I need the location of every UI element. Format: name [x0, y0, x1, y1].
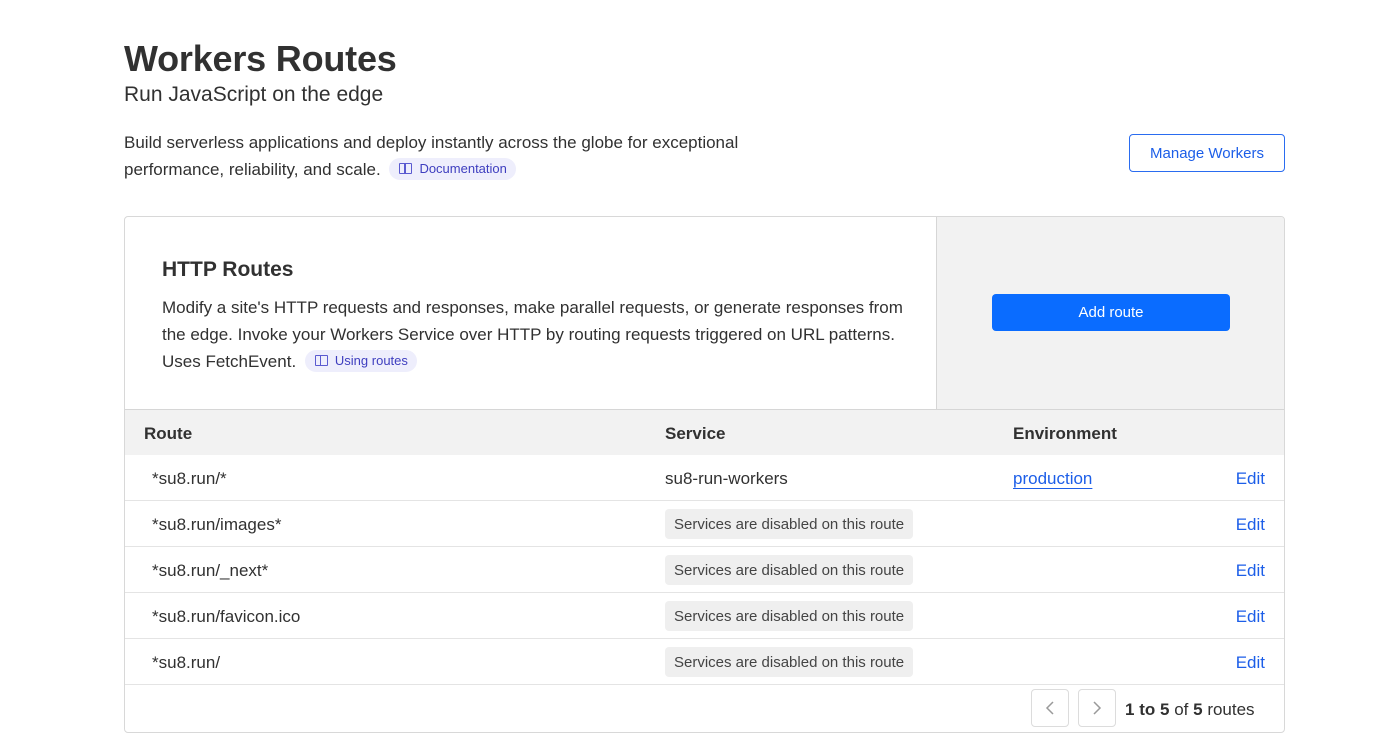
http-routes-actions: Add route — [936, 217, 1284, 409]
previous-page-button[interactable] — [1031, 689, 1069, 727]
services-disabled-badge: Services are disabled on this route — [665, 555, 914, 585]
pagination-unit: routes — [1207, 700, 1255, 719]
pagination: 1 to 5 of 5 routes — [125, 685, 1284, 732]
page-subtitle: Run JavaScript on the edge — [124, 83, 384, 106]
intro-text: Build serverless applications and deploy… — [124, 129, 824, 183]
route-cell: *su8.run/_next* — [152, 561, 269, 580]
column-header-service: Service — [665, 424, 726, 443]
manage-workers-button[interactable]: Manage Workers — [1129, 134, 1285, 172]
next-page-button[interactable] — [1078, 689, 1116, 727]
service-cell: su8-run-workers — [665, 469, 788, 488]
http-routes-header: HTTP Routes Modify a site's HTTP request… — [125, 217, 1284, 410]
chevron-left-icon — [1045, 701, 1054, 715]
table-row: *su8.run/images* Services are disabled o… — [125, 501, 1284, 547]
http-routes-description-text: Modify a site's HTTP requests and respon… — [162, 298, 903, 371]
pagination-of: of — [1174, 700, 1189, 719]
http-routes-title: HTTP Routes — [162, 258, 294, 281]
services-disabled-badge: Services are disabled on this route — [665, 509, 914, 539]
pagination-end: 5 — [1159, 700, 1170, 719]
route-cell: *su8.run/favicon.ico — [152, 607, 301, 626]
edit-link[interactable]: Edit — [1236, 653, 1265, 673]
table-header: Route Service Environment — [125, 410, 1284, 455]
add-route-button[interactable]: Add route — [992, 294, 1230, 331]
table-row: *su8.run/_next* Services are disabled on… — [125, 547, 1284, 593]
services-disabled-badge: Services are disabled on this route — [665, 647, 914, 677]
edit-link[interactable]: Edit — [1236, 469, 1265, 489]
page-title: Workers Routes — [124, 38, 397, 79]
http-routes-description: Modify a site's HTTP requests and respon… — [162, 294, 907, 375]
pagination-start: 1 — [1125, 700, 1135, 719]
http-routes-info: HTTP Routes Modify a site's HTTP request… — [125, 217, 936, 409]
pagination-total: 5 — [1193, 700, 1203, 719]
documentation-link[interactable]: Documentation — [389, 157, 516, 180]
chevron-right-icon — [1093, 701, 1102, 715]
table-row: *su8.run/* su8-run-workers production Ed… — [125, 455, 1284, 501]
using-routes-link[interactable]: Using routes — [304, 349, 417, 372]
column-header-route: Route — [144, 424, 193, 443]
edit-link[interactable]: Edit — [1236, 561, 1265, 581]
route-cell: *su8.run/ — [152, 653, 221, 672]
edit-link[interactable]: Edit — [1236, 607, 1265, 627]
route-cell: *su8.run/* — [152, 469, 227, 488]
documentation-link-label: Documentation — [419, 161, 507, 177]
table-row: *su8.run/favicon.ico Services are disabl… — [125, 593, 1284, 639]
services-disabled-badge: Services are disabled on this route — [665, 601, 914, 631]
column-header-environment: Environment — [1013, 424, 1117, 443]
book-icon — [399, 163, 413, 175]
table-row: *su8.run/ Services are disabled on this … — [125, 639, 1284, 685]
routes-table: Route Service Environment *su8.run/* su8… — [125, 410, 1284, 685]
pagination-to: to — [1139, 700, 1156, 719]
route-cell: *su8.run/images* — [152, 515, 282, 534]
edit-link[interactable]: Edit — [1236, 515, 1265, 535]
http-routes-card: HTTP Routes Modify a site's HTTP request… — [124, 216, 1285, 733]
environment-link[interactable]: production — [1013, 469, 1092, 489]
pagination-summary: 1 to 5 of 5 routes — [1125, 700, 1255, 720]
book-icon — [314, 355, 328, 367]
using-routes-link-label: Using routes — [334, 353, 408, 369]
